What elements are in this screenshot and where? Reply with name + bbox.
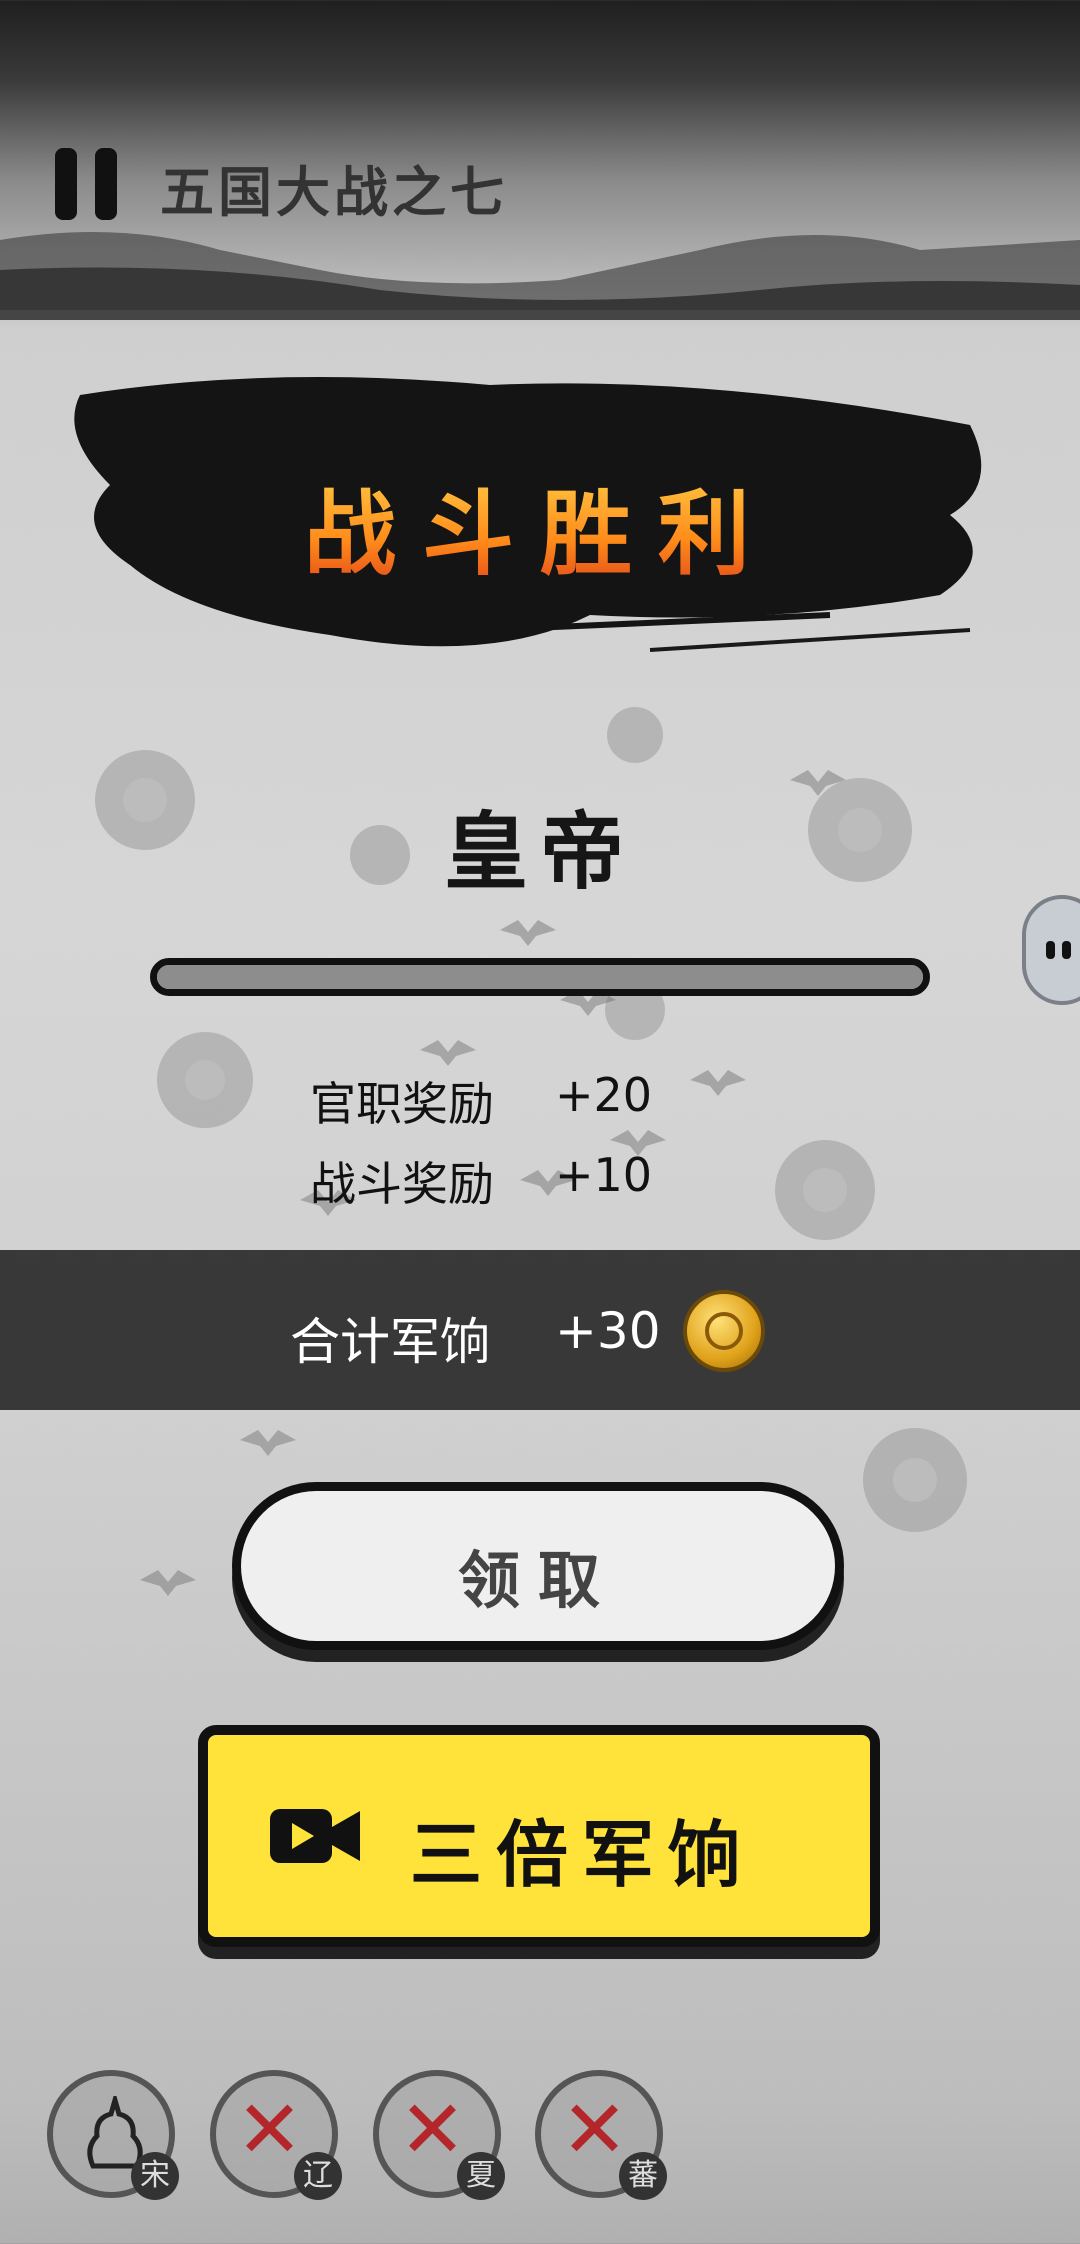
rank-progress-bar bbox=[150, 958, 930, 996]
level-title: 五国大战之七 bbox=[160, 160, 508, 224]
pause-button[interactable] bbox=[55, 148, 119, 220]
defeated-x-icon: ✕ bbox=[399, 2083, 467, 2176]
total-value: +30 bbox=[555, 1302, 661, 1360]
pause-icon-bar-right bbox=[95, 148, 117, 220]
kingdom-tag: 辽 bbox=[294, 2152, 342, 2200]
defeated-x-icon: ✕ bbox=[236, 2083, 304, 2176]
kingdom-fan[interactable]: ✕ 蕃 bbox=[535, 2070, 667, 2200]
kingdom-tag: 夏 bbox=[457, 2152, 505, 2200]
pause-icon-bar-left bbox=[55, 148, 77, 220]
victory-title: 战斗胜利 bbox=[0, 460, 1080, 593]
video-camera-icon bbox=[270, 1809, 360, 1863]
reward-value: +10 bbox=[555, 1148, 653, 1202]
kingdom-liao[interactable]: ✕ 辽 bbox=[210, 2070, 342, 2200]
kingdom-tag: 宋 bbox=[131, 2152, 179, 2200]
rank-title: 皇帝 bbox=[443, 802, 636, 901]
claim-button-label: 领取 bbox=[457, 1544, 618, 1617]
defeated-x-icon: ✕ bbox=[561, 2083, 629, 2176]
reward-label: 官职奖励 bbox=[310, 1077, 494, 1131]
kingdom-tag: 蕃 bbox=[619, 2152, 667, 2200]
reward-row: 战斗奖励 +10 bbox=[310, 1148, 830, 1211]
reward-value: +20 bbox=[555, 1068, 653, 1122]
progress-fill bbox=[157, 965, 923, 989]
triple-reward-label: 三倍军饷 bbox=[410, 1812, 755, 1897]
reward-label: 战斗奖励 bbox=[310, 1157, 494, 1211]
total-label: 合计军饷 bbox=[290, 1313, 490, 1371]
coin-icon bbox=[683, 1290, 765, 1372]
reward-row: 官职奖励 +20 bbox=[310, 1068, 830, 1131]
kingdom-xia[interactable]: ✕ 夏 bbox=[373, 2070, 505, 2200]
total-reward-bar bbox=[0, 1250, 1080, 1410]
kingdom-song[interactable]: 宋 bbox=[47, 2070, 179, 2200]
side-menu-handle[interactable] bbox=[1022, 895, 1080, 1005]
